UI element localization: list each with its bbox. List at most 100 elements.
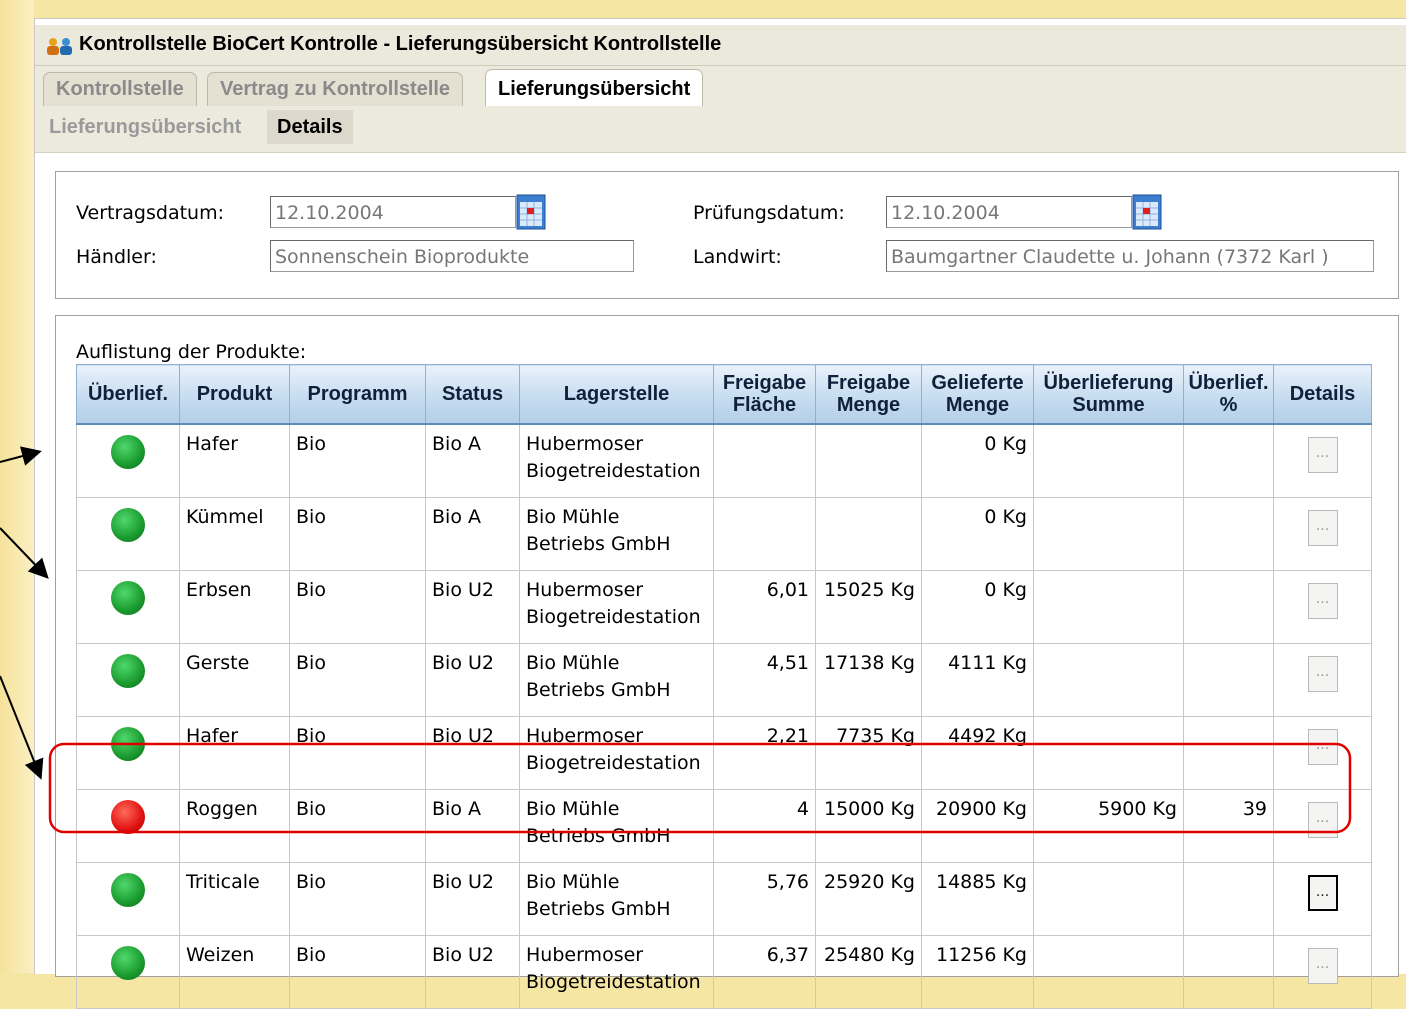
column-header[interactable]: Gelieferte Menge	[921, 364, 1034, 425]
lagerstelle-line: Hubermoser	[526, 579, 644, 601]
product-list-title: Auflistung der Produkte:	[76, 341, 307, 363]
lagerstelle-cell: Hubermoser Biogetreidestation	[519, 423, 714, 498]
landwirt-label: Landwirt:	[693, 246, 782, 268]
gelieferte-menge-cell: 14885 Kg	[921, 862, 1034, 936]
produkt-cell: Triticale	[179, 862, 290, 936]
programm-cell: Bio	[289, 935, 426, 1009]
programm-cell: Bio	[289, 862, 426, 936]
freigabe-menge-cell: 15000 Kg	[815, 789, 922, 863]
lagerstelle-line: Biogetreidestation	[526, 460, 701, 482]
gelieferte-menge-cell: 4111 Kg	[921, 643, 1034, 717]
tab-vertrag-zu-kontrollstelle[interactable]: Vertrag zu Kontrollstelle	[207, 72, 464, 106]
gelieferte-menge-cell: 0 Kg	[921, 423, 1034, 498]
sub-tab-bar: Lieferungsübersicht Details	[35, 106, 1406, 153]
details-button[interactable]: ...	[1307, 510, 1338, 546]
gelieferte-menge-cell: 0 Kg	[921, 570, 1034, 644]
lagerstelle-line: Biogetreidestation	[526, 752, 701, 774]
status-text-cell: Bio A	[425, 497, 520, 571]
status-cell	[76, 423, 180, 498]
details-button[interactable]: ...	[1307, 437, 1338, 473]
vertragsdatum-field[interactable]: 12.10.2004	[270, 196, 516, 228]
details-button[interactable]: ...	[1307, 948, 1338, 984]
details-cell: ...	[1273, 862, 1372, 936]
column-header[interactable]: Überlief.	[76, 364, 180, 425]
contract-details-panel: Vertragsdatum: 12.10.2004 Händler: Sonne…	[55, 171, 1399, 299]
status-led-icon	[111, 581, 145, 615]
column-header[interactable]: Freigabe Menge	[815, 364, 922, 425]
details-button[interactable]: ...	[1307, 583, 1338, 619]
lagerstelle-cell: Bio Mühle Betriebs GmbH	[519, 497, 714, 571]
column-header[interactable]: Überlief.%	[1183, 364, 1274, 425]
programm-cell: Bio	[289, 423, 426, 498]
users-icon	[47, 38, 72, 55]
pruefungsdatum-field[interactable]: 12.10.2004	[886, 196, 1132, 228]
details-button[interactable]: ...	[1307, 729, 1338, 765]
haendler-field[interactable]: Sonnenschein Bioprodukte	[270, 240, 634, 272]
column-header[interactable]: Freigabe Fläche	[713, 364, 816, 425]
details-button[interactable]: ...	[1307, 802, 1338, 838]
ueberlieferung-summe-cell	[1033, 497, 1184, 571]
title-bar: Kontrollstelle BioCert Kontrolle - Liefe…	[35, 25, 1406, 66]
table-row[interactable]: Kümmel Bio Bio A Bio Mühle Betriebs GmbH 0 Kg…	[76, 497, 1372, 571]
lagerstelle-cell: Hubermoser Biogetreidestation	[519, 716, 714, 790]
gelieferte-menge-cell: 4492 Kg	[921, 716, 1034, 790]
table-row[interactable]: Weizen Bio Bio U2 Hubermoser Biogetreidestat…	[76, 935, 1372, 1009]
programm-cell: Bio	[289, 789, 426, 863]
table-row[interactable]: Hafer Bio Bio A Hubermoser Biogetreidestatio…	[76, 423, 1372, 498]
lagerstelle-cell: Hubermoser Biogetreidestation	[519, 570, 714, 644]
window-title: Kontrollstelle BioCert Kontrolle - Liefe…	[79, 33, 722, 55]
lagerstelle-line: Biogetreidestation	[526, 971, 701, 993]
produkt-cell: Kümmel	[179, 497, 290, 571]
table-row[interactable]: Hafer Bio Bio U2 Hubermoser Biogetreidestati…	[76, 716, 1372, 790]
lagerstelle-line: Betriebs GmbH	[526, 533, 671, 555]
details-cell: ...	[1273, 716, 1372, 790]
column-header[interactable]: Programm	[289, 364, 426, 425]
status-cell	[76, 716, 180, 790]
lagerstelle-cell: Bio Mühle Betriebs GmbH	[519, 643, 714, 717]
status-cell	[76, 862, 180, 936]
status-led-icon	[111, 508, 145, 542]
details-button[interactable]: ...	[1307, 656, 1338, 692]
column-header[interactable]: Details	[1273, 364, 1372, 425]
details-button[interactable]: ...	[1307, 875, 1338, 911]
status-cell	[76, 497, 180, 571]
table-row[interactable]: Gerste Bio Bio U2 Bio Mühle Betriebs GmbH 4,5…	[76, 643, 1372, 717]
produkt-cell: Weizen	[179, 935, 290, 1009]
status-text-cell: Bio U2	[425, 570, 520, 644]
haendler-label: Händler:	[76, 246, 157, 268]
freigabe-menge-cell: 25480 Kg	[815, 935, 922, 1009]
ueberlief-prozent-cell	[1183, 570, 1274, 644]
ueberlieferung-summe-cell	[1033, 935, 1184, 1009]
subtab-lieferungsuebersicht[interactable]: Lieferungsübersicht	[39, 110, 251, 144]
lagerstelle-line: Hubermoser	[526, 433, 644, 455]
lagerstelle-cell: Hubermoser Biogetreidestation	[519, 935, 714, 1009]
column-header[interactable]: Produkt	[179, 364, 290, 425]
freigabe-flaeche-cell: 2,21	[713, 716, 816, 790]
tab-lieferungsuebersicht[interactable]: Lieferungsübersicht	[485, 69, 704, 107]
gelieferte-menge-cell: 20900 Kg	[921, 789, 1034, 863]
status-led-icon	[111, 946, 145, 980]
table-row[interactable]: Triticale Bio Bio U2 Bio Mühle Betriebs GmbH…	[76, 862, 1372, 936]
table-row[interactable]: Erbsen Bio Bio U2 Hubermoser Biogetreidestat…	[76, 570, 1372, 644]
calendar-icon[interactable]	[516, 194, 546, 230]
landwirt-field[interactable]: Baumgartner Claudette u. Johann (7372 Ka…	[886, 240, 1374, 272]
lagerstelle-line: Biogetreidestation	[526, 606, 701, 628]
details-cell: ...	[1273, 497, 1372, 571]
subtab-details[interactable]: Details	[267, 110, 353, 144]
lagerstelle-line: Bio Mühle	[526, 506, 620, 528]
table-row[interactable]: Roggen Bio Bio A Bio Mühle Betriebs GmbH 4 150…	[76, 789, 1372, 863]
table-body: Hafer Bio Bio A Hubermoser Biogetreidestatio…	[76, 423, 1372, 1009]
status-led-icon	[111, 800, 145, 834]
column-header[interactable]: Status	[425, 364, 520, 425]
column-header[interactable]: Überlieferung Summe	[1033, 364, 1184, 425]
ueberlief-prozent-cell	[1183, 497, 1274, 571]
ueberlieferung-summe-cell	[1033, 423, 1184, 498]
calendar-icon[interactable]	[1132, 194, 1162, 230]
column-header[interactable]: Lagerstelle	[519, 364, 714, 425]
status-led-icon	[111, 727, 145, 761]
programm-cell: Bio	[289, 497, 426, 571]
application-window: Kontrollstelle BioCert Kontrolle - Liefe…	[34, 18, 1406, 1009]
tab-kontrollstelle[interactable]: Kontrollstelle	[43, 72, 197, 106]
status-cell	[76, 643, 180, 717]
status-led-icon	[111, 873, 145, 907]
